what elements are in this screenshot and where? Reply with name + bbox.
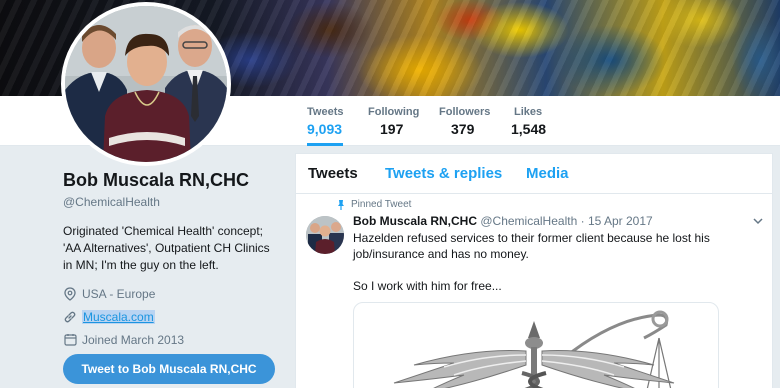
stat-likes-value: 1,548 <box>511 121 547 137</box>
tweet-author-handle[interactable]: @ChemicalHealth <box>480 214 577 228</box>
profile-website-link[interactable]: Muscala.com <box>82 309 155 324</box>
stat-following-label: Following <box>368 106 420 118</box>
avatar-photo <box>65 6 227 162</box>
stat-likes[interactable]: Likes 1,548 <box>511 106 547 137</box>
pinned-indicator: Pinned Tweet <box>336 199 411 210</box>
tweet-text: Hazelden refused services to their forme… <box>353 230 723 310</box>
tweet-avatar[interactable] <box>306 216 344 254</box>
profile-handle[interactable]: @ChemicalHealth <box>63 195 278 209</box>
tab-tweets[interactable]: Tweets <box>308 165 358 182</box>
pin-icon <box>336 199 346 210</box>
tweet-separator: · <box>580 214 585 228</box>
link-icon <box>63 310 77 324</box>
profile-bio: Originated 'Chemical Health' concept; 'A… <box>63 224 270 272</box>
timeline-tabs: Tweets Tweets & replies Media <box>296 154 772 194</box>
tweet-avatar-photo <box>306 216 344 254</box>
profile-joined-text: Joined March 2013 <box>82 332 185 347</box>
stat-tweets-value: 9,093 <box>307 121 343 137</box>
location-icon <box>63 286 77 301</box>
profile-card: Bob Muscala RN,CHC @ChemicalHealth Origi… <box>63 170 278 347</box>
caduceus-image <box>393 310 675 388</box>
stat-likes-label: Likes <box>514 106 543 118</box>
stat-tweets-label: Tweets <box>307 106 344 118</box>
tweet-media[interactable] <box>353 302 719 388</box>
tweet-date[interactable]: 15 Apr 2017 <box>588 214 653 228</box>
pinned-label: Pinned Tweet <box>351 199 412 210</box>
stat-followers[interactable]: Followers 379 <box>439 106 490 137</box>
timeline: Tweets Tweets & replies Media Pinned Twe… <box>295 153 773 388</box>
tweet-to-button[interactable]: Tweet to Bob Muscala RN,CHC <box>63 354 275 384</box>
stat-tweets[interactable]: Tweets 9,093 <box>307 106 344 146</box>
tab-tweets-replies[interactable]: Tweets & replies <box>385 165 502 182</box>
profile-avatar[interactable] <box>61 2 231 166</box>
profile-joined: Joined March 2013 <box>63 332 278 347</box>
profile-location-text: USA - Europe <box>82 286 156 301</box>
tab-media[interactable]: Media <box>526 165 569 182</box>
stat-following-value: 197 <box>380 121 404 137</box>
profile-name[interactable]: Bob Muscala RN,CHC <box>63 170 278 191</box>
chevron-down-icon[interactable] <box>752 214 764 226</box>
stat-followers-value: 379 <box>451 121 475 137</box>
calendar-icon <box>63 333 77 347</box>
tweet-text-paragraph-2: So I work with him for free... <box>353 279 502 293</box>
profile-website: Muscala.com <box>63 309 278 324</box>
tweet-header: Bob Muscala RN,CHC @ChemicalHealth · 15 … <box>353 214 653 228</box>
tweet-author-name[interactable]: Bob Muscala RN,CHC <box>353 214 477 228</box>
profile-location: USA - Europe <box>63 286 278 301</box>
stat-followers-label: Followers <box>439 106 491 118</box>
tweet-text-paragraph-1: Hazelden refused services to their forme… <box>353 231 710 261</box>
stat-following[interactable]: Following 197 <box>368 106 419 137</box>
